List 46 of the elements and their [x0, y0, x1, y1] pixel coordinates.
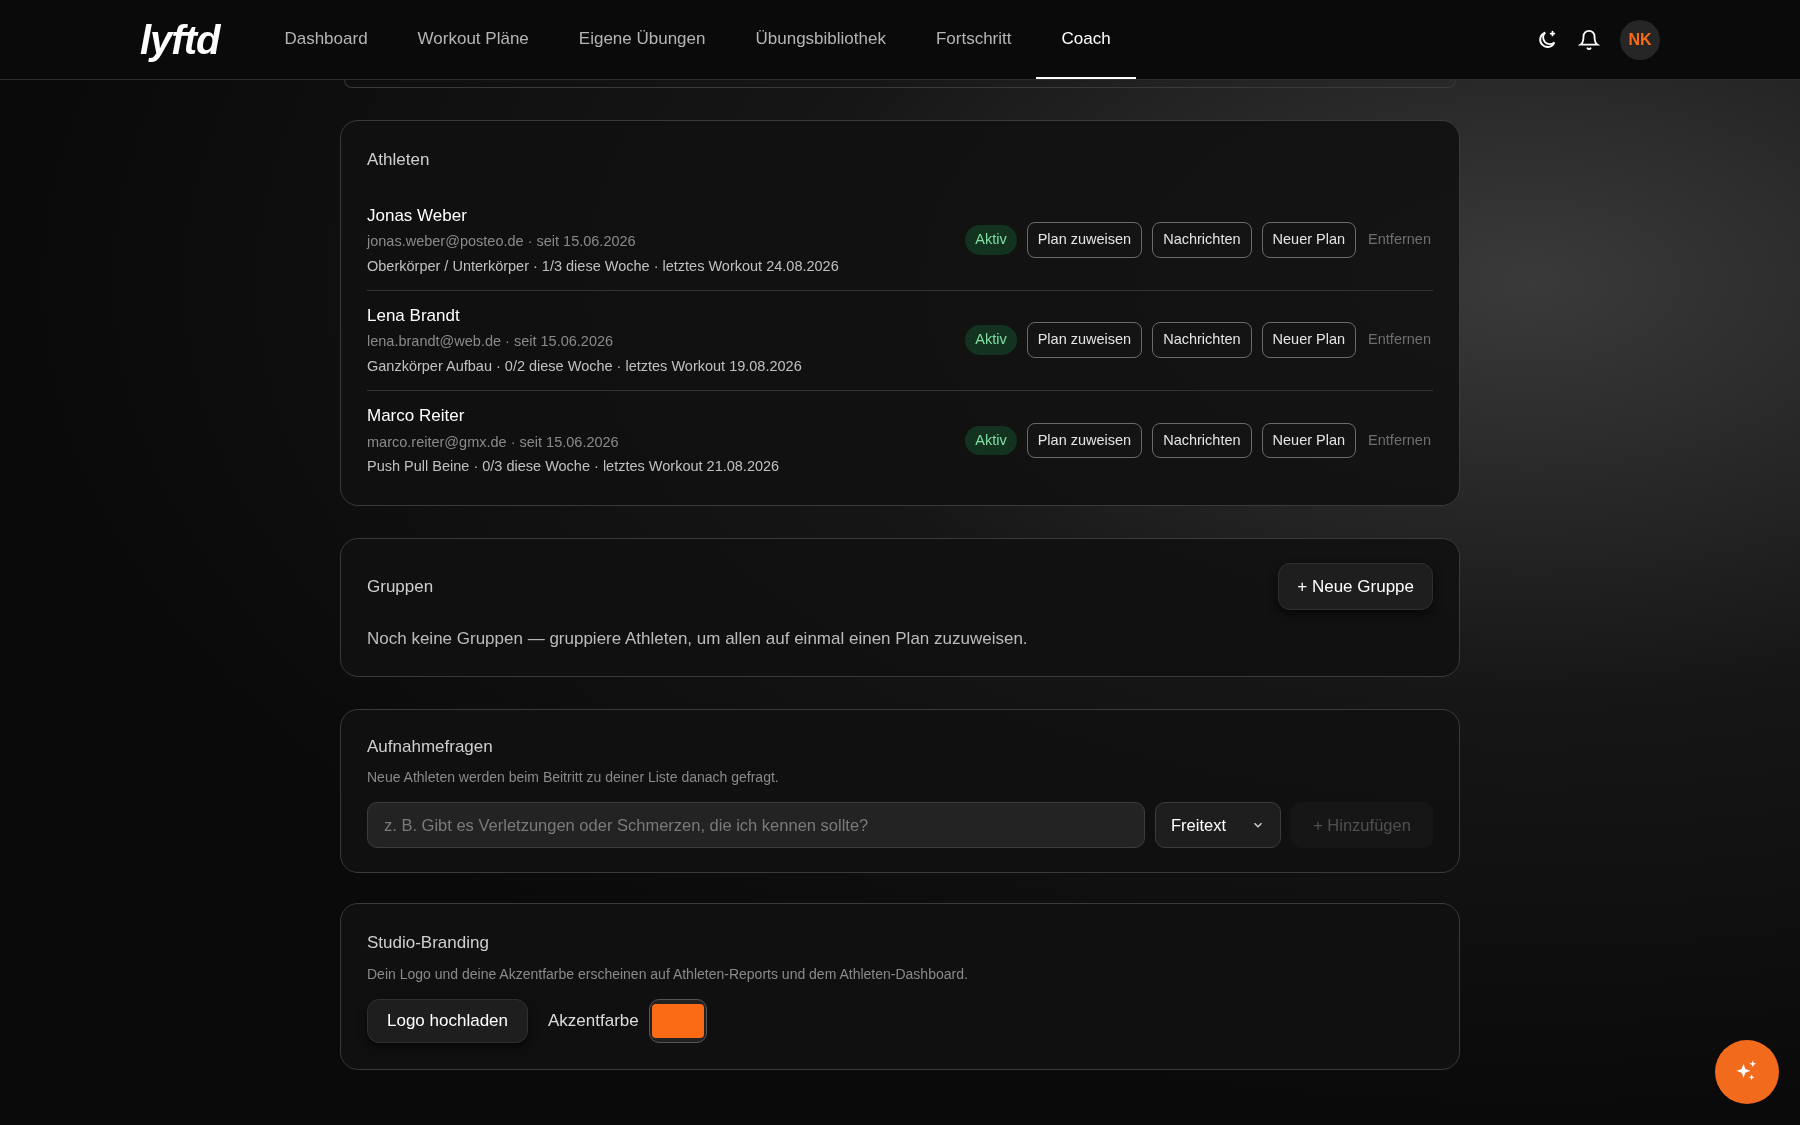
theme-toggle-icon[interactable]: [1536, 28, 1558, 51]
user-avatar[interactable]: NK: [1620, 19, 1660, 60]
status-badge: Aktiv: [965, 325, 1017, 355]
status-badge: Aktiv: [965, 225, 1017, 255]
action-button[interactable]: Nachrichten: [1152, 322, 1252, 358]
notification-bell-icon[interactable]: [1578, 28, 1600, 51]
action-button[interactable]: Neuer Plan: [1261, 222, 1357, 258]
nav-tab[interactable]: Coach: [1036, 0, 1136, 79]
athlete-summary: Ganzkörper Aufbau · 0/2 diese Woche · letztes Workout 19.08.2026: [367, 356, 802, 376]
action-button[interactable]: Nachrichten: [1152, 222, 1252, 258]
athlete-summary: Oberkörper / Unterkörper · 1/3 diese Woche · letztes Workout 24.08.2026: [367, 256, 839, 276]
action-button[interactable]: Neuer Plan: [1261, 422, 1357, 459]
remove-button[interactable]: Entfernen: [1366, 423, 1433, 458]
athlete-summary: Push Pull Beine · 0/3 diese Woche · letztes Workout 21.08.2026: [367, 457, 780, 477]
section-title: Studio-Branding: [367, 932, 490, 954]
athlete-contact: marco.reiter@gmx.de · seit 15.06.2026: [367, 432, 620, 452]
status-badge: Aktiv: [965, 425, 1017, 456]
athlete-contact: jonas.weber@posteo.de · seit 15.06.2026: [367, 232, 637, 251]
athlete-name: Marco Reiter: [367, 405, 466, 427]
nav-tab[interactable]: Eigene Übungen: [553, 0, 731, 79]
section-description: Dein Logo und deine Akzentfarbe erscheinen auf Athleten-Reports und dem Athleten-Dashboard.: [367, 964, 969, 984]
section-title: Gruppen: [367, 575, 434, 598]
athlete-name: Jonas Weber: [367, 204, 468, 227]
section-title: Aufnahmefragen: [367, 735, 494, 758]
action-button[interactable]: Plan zuweisen: [1026, 222, 1143, 258]
action-button[interactable]: Plan zuweisen: [1026, 322, 1143, 358]
remove-button[interactable]: Entfernen: [1366, 323, 1433, 357]
action-button[interactable]: Neuer Plan: [1261, 322, 1357, 358]
athlete-contact: lena.brandt@web.de · seit 15.06.2026: [367, 332, 615, 351]
nav-tab[interactable]: Dashboard: [259, 0, 393, 79]
section-title: Athleten: [367, 149, 431, 171]
logo[interactable]: lyftd: [140, 9, 220, 70]
nav-tab[interactable]: Übungsbibliothek: [730, 0, 911, 79]
section-description: Neue Athleten werden beim Beitritt zu deiner Liste danach gefragt.: [367, 768, 780, 787]
new-group-button[interactable]: + Neue Gruppe: [1278, 562, 1433, 610]
type-dropdown[interactable]: Freitext: [1155, 802, 1281, 848]
nav-tab[interactable]: Workout Pläne: [392, 0, 554, 79]
remove-button[interactable]: Entfernen: [1366, 223, 1433, 257]
action-button[interactable]: Nachrichten: [1152, 422, 1252, 459]
athlete-name: Lena Brandt: [367, 304, 461, 327]
upload-logo-button[interactable]: Logo hochladen: [367, 998, 528, 1043]
question-input-field[interactable]: z. B. Gibt es Verletzungen oder Schmerzen, die ich kennen sollte?: [367, 802, 1145, 848]
nav-tab[interactable]: Fortschritt: [910, 0, 1037, 79]
empty-state-text: Noch keine Gruppen — gruppiere Athleten, um allen auf einmal einen Plan zuzuweisen.: [367, 628, 1029, 650]
accent-color-label: Akzentfarbe: [548, 1009, 639, 1032]
action-button[interactable]: Plan zuweisen: [1026, 422, 1143, 459]
